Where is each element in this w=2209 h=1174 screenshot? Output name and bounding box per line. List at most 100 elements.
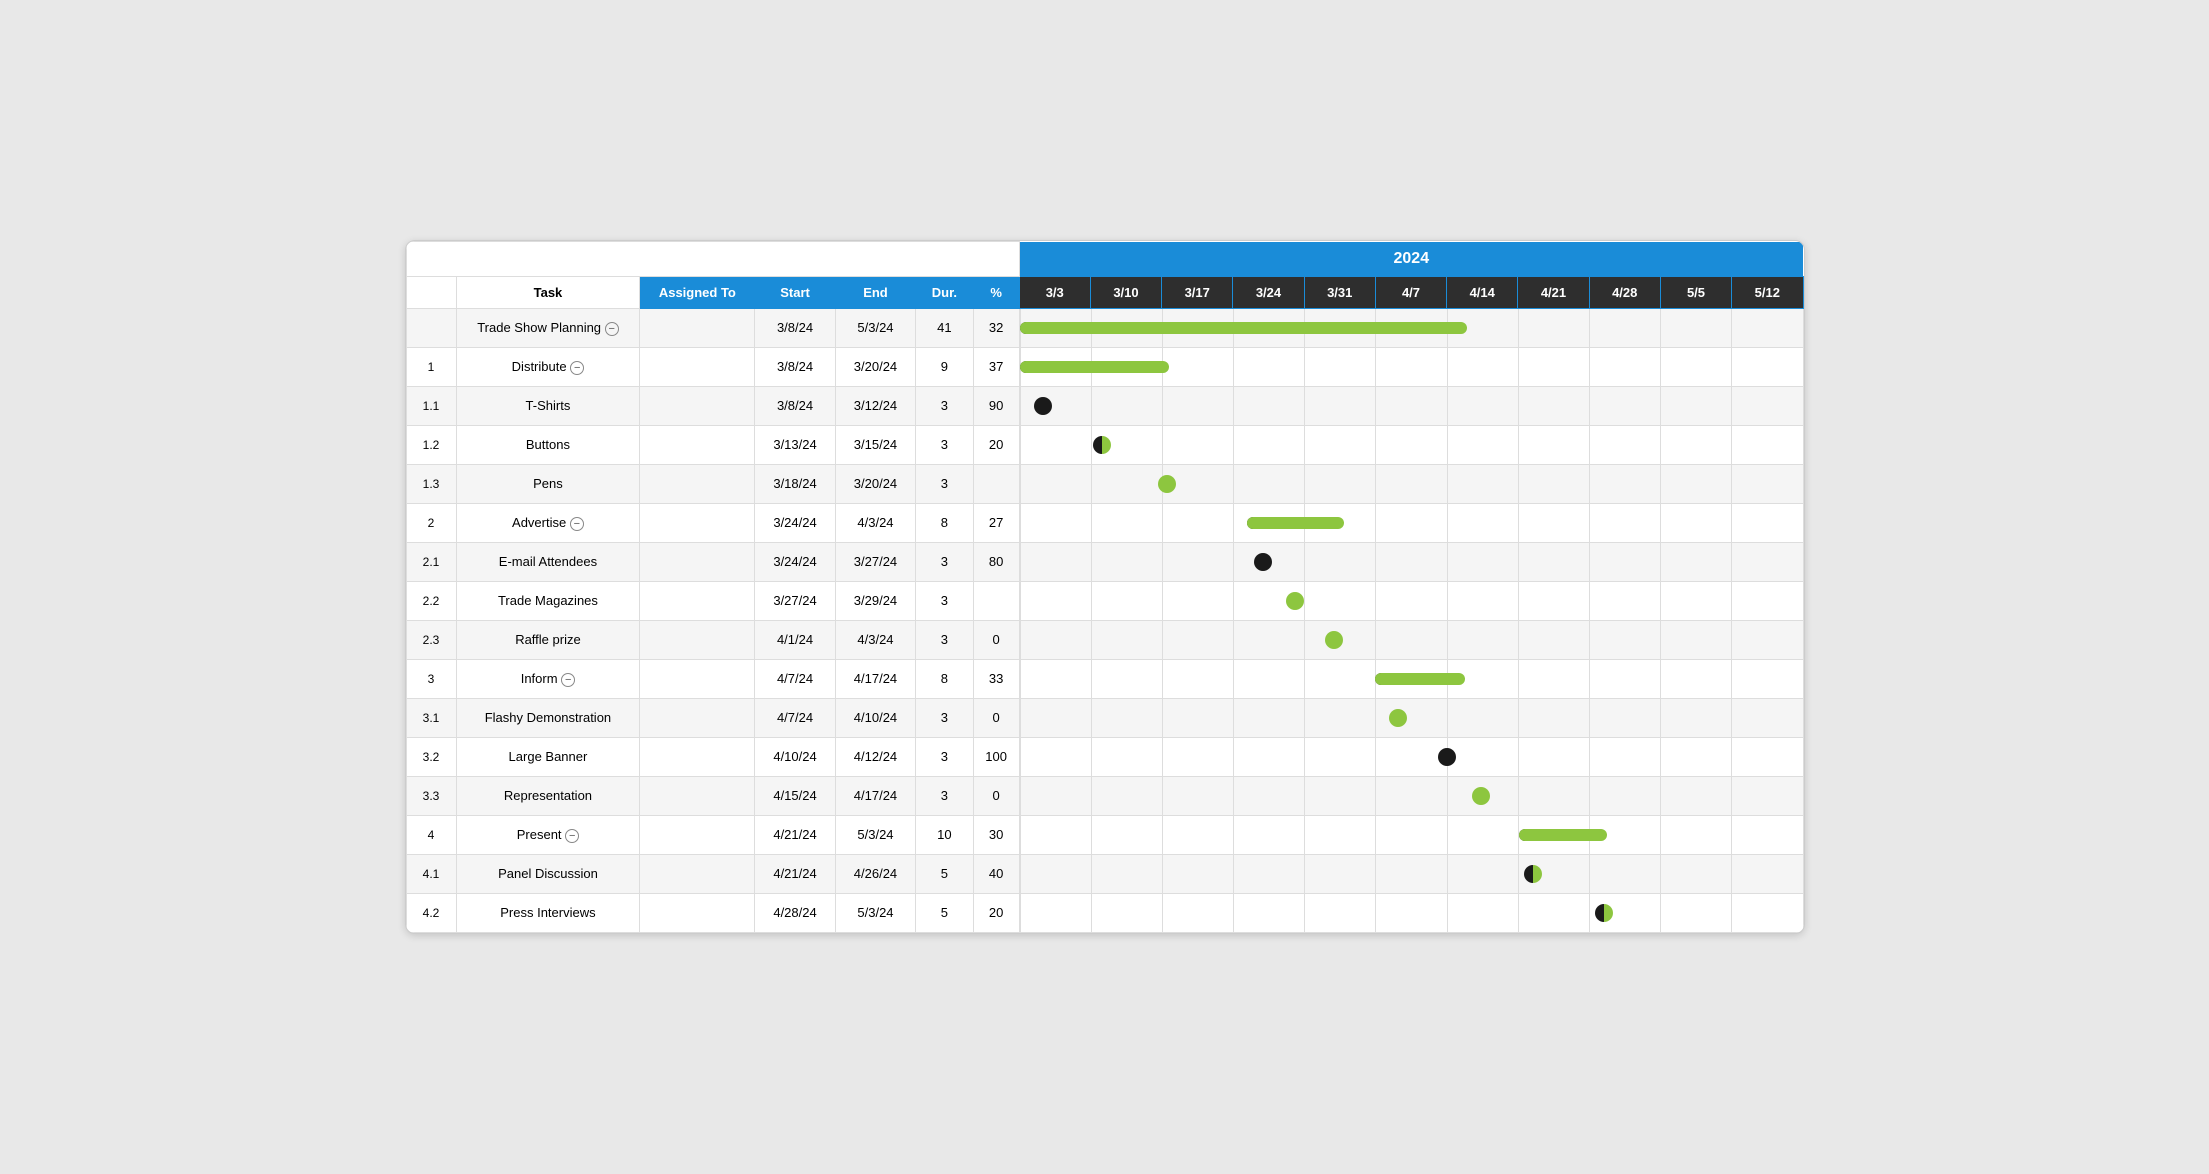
row-dur: 3 (916, 542, 973, 581)
end-col-header: End (835, 276, 915, 308)
row-dur: 5 (916, 854, 973, 893)
row-percent (973, 464, 1019, 503)
row-end: 3/20/24 (835, 464, 915, 503)
row-end: 4/17/24 (835, 776, 915, 815)
row-assigned (640, 503, 755, 542)
row-task: Buttons (456, 425, 640, 464)
row-id: 3.2 (406, 737, 456, 776)
row-start: 4/15/24 (755, 776, 835, 815)
row-start: 3/24/24 (755, 503, 835, 542)
row-dur: 9 (916, 347, 973, 386)
date-col-10: 5/12 (1732, 276, 1803, 308)
table-row: 1.3Pens3/18/243/20/243 (406, 464, 1803, 503)
date-col-6: 4/14 (1447, 276, 1518, 308)
row-dur: 3 (916, 386, 973, 425)
row-percent: 40 (973, 854, 1019, 893)
row-assigned (640, 620, 755, 659)
table-row: 1Distribute −3/8/243/20/24937 (406, 347, 1803, 386)
row-end: 4/10/24 (835, 698, 915, 737)
row-start: 4/21/24 (755, 854, 835, 893)
row-id: 4.2 (406, 893, 456, 932)
row-percent: 20 (973, 425, 1019, 464)
row-start: 3/8/24 (755, 308, 835, 347)
gantt-bar-cell (1019, 893, 1803, 932)
row-id: 1.1 (406, 386, 456, 425)
table-row: 3Inform −4/7/244/17/24833 (406, 659, 1803, 698)
year-row: 2024 (406, 242, 1803, 277)
dur-col-header: Dur. (916, 276, 973, 308)
row-id: 1.3 (406, 464, 456, 503)
gantt-bar-cell (1019, 464, 1803, 503)
row-percent: 0 (973, 776, 1019, 815)
table-row: 1.2Buttons3/13/243/15/24320 (406, 425, 1803, 464)
table-row: 2.1E-mail Attendees3/24/243/27/24380 (406, 542, 1803, 581)
table-row: Trade Show Planning −3/8/245/3/244132 (406, 308, 1803, 347)
row-assigned (640, 893, 755, 932)
row-percent: 27 (973, 503, 1019, 542)
date-col-5: 4/7 (1375, 276, 1446, 308)
row-dur: 3 (916, 776, 973, 815)
gantt-bar-cell (1019, 815, 1803, 854)
row-start: 4/7/24 (755, 698, 835, 737)
row-start: 3/8/24 (755, 386, 835, 425)
row-id: 1.2 (406, 425, 456, 464)
row-start: 4/21/24 (755, 815, 835, 854)
row-id: 3.3 (406, 776, 456, 815)
row-dur: 41 (916, 308, 973, 347)
gantt-bar-cell (1019, 542, 1803, 581)
row-start: 4/7/24 (755, 659, 835, 698)
row-assigned (640, 308, 755, 347)
row-task: Advertise − (456, 503, 640, 542)
row-id (406, 308, 456, 347)
date-col-4: 3/31 (1304, 276, 1375, 308)
row-assigned (640, 347, 755, 386)
pct-col-header: % (973, 276, 1019, 308)
column-header-row: Task Assigned To Start End Dur. % 3/3 3/… (406, 276, 1803, 308)
row-percent: 20 (973, 893, 1019, 932)
row-assigned (640, 581, 755, 620)
row-id: 1 (406, 347, 456, 386)
row-task: T-Shirts (456, 386, 640, 425)
table-row: 2.3Raffle prize4/1/244/3/2430 (406, 620, 1803, 659)
row-dur: 8 (916, 503, 973, 542)
row-assigned (640, 815, 755, 854)
row-end: 4/17/24 (835, 659, 915, 698)
row-dur: 5 (916, 893, 973, 932)
row-start: 3/18/24 (755, 464, 835, 503)
row-dur: 8 (916, 659, 973, 698)
row-dur: 10 (916, 815, 973, 854)
gantt-bar-cell (1019, 737, 1803, 776)
gantt-bar-cell (1019, 347, 1803, 386)
row-dur: 3 (916, 698, 973, 737)
date-col-8: 4/28 (1589, 276, 1660, 308)
date-col-2: 3/17 (1162, 276, 1233, 308)
row-end: 4/12/24 (835, 737, 915, 776)
table-row: 3.1Flashy Demonstration4/7/244/10/2430 (406, 698, 1803, 737)
row-assigned (640, 464, 755, 503)
gantt-bar-cell (1019, 425, 1803, 464)
row-end: 5/3/24 (835, 815, 915, 854)
row-dur: 3 (916, 464, 973, 503)
row-task: Press Interviews (456, 893, 640, 932)
assigned-col-header: Assigned To (640, 276, 755, 308)
date-col-0: 3/3 (1019, 276, 1090, 308)
table-row: 4Present −4/21/245/3/241030 (406, 815, 1803, 854)
gantt-bar-cell (1019, 386, 1803, 425)
table-row: 4.1Panel Discussion4/21/244/26/24540 (406, 854, 1803, 893)
gantt-bar-cell (1019, 854, 1803, 893)
row-dur: 3 (916, 425, 973, 464)
row-percent: 37 (973, 347, 1019, 386)
row-end: 3/20/24 (835, 347, 915, 386)
row-end: 5/3/24 (835, 893, 915, 932)
row-start: 4/1/24 (755, 620, 835, 659)
row-assigned (640, 776, 755, 815)
row-assigned (640, 854, 755, 893)
row-assigned (640, 425, 755, 464)
row-id: 2.3 (406, 620, 456, 659)
row-task: Representation (456, 776, 640, 815)
row-percent: 33 (973, 659, 1019, 698)
row-task: E-mail Attendees (456, 542, 640, 581)
row-percent: 90 (973, 386, 1019, 425)
table-row: 2Advertise −3/24/244/3/24827 (406, 503, 1803, 542)
row-end: 4/26/24 (835, 854, 915, 893)
